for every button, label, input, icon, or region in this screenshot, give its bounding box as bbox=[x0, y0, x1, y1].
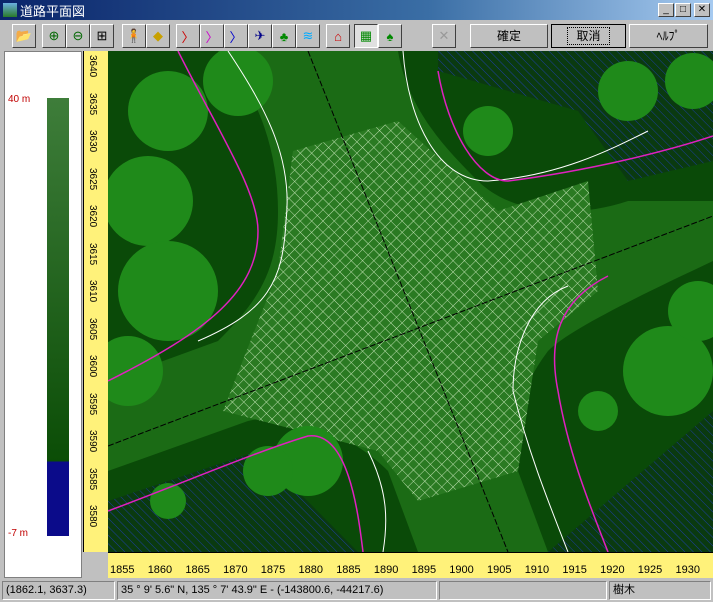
x-tick-label: 1865 bbox=[185, 564, 210, 576]
road-plan-map[interactable] bbox=[108, 51, 713, 552]
polyline-magenta-icon[interactable]: 〉 bbox=[200, 24, 224, 48]
y-tick-label: 3620 bbox=[87, 205, 98, 228]
x-tick-label: 1910 bbox=[524, 564, 550, 576]
x-tick-label: 1870 bbox=[223, 564, 248, 576]
zoom-out-icon[interactable]: ⊖ bbox=[66, 24, 90, 48]
vertical-ruler[interactable]: 3640 3635 3630 3625 3620 3615 3610 3605 3600 3595… bbox=[83, 51, 108, 552]
x-tick-label: 1895 bbox=[411, 564, 437, 576]
y-tick-label: 3630 bbox=[87, 130, 98, 153]
close-button[interactable]: ✕ bbox=[694, 3, 710, 17]
y-tick-label: 3615 bbox=[87, 242, 98, 265]
x-tick-label: 1890 bbox=[373, 564, 399, 576]
forest-icon[interactable]: ♣ bbox=[272, 24, 296, 48]
x-tick-label: 1875 bbox=[260, 564, 286, 576]
fit-view-icon[interactable]: ⊞ bbox=[90, 24, 114, 48]
x-tick-label: 1855 bbox=[110, 564, 135, 576]
elevation-legend: 40 m -7 m bbox=[4, 51, 82, 578]
legend-min: -7 m bbox=[8, 528, 28, 539]
y-tick-label: 3590 bbox=[87, 430, 98, 453]
horizontal-ruler[interactable]: 1855 1860 1865 1870 1875 1880 1885 1890 1895 1900… bbox=[108, 552, 713, 578]
y-tick-label: 3610 bbox=[87, 280, 98, 303]
x-tick-label: 1905 bbox=[487, 564, 512, 576]
y-tick-label: 3625 bbox=[87, 167, 98, 190]
y-tick-label: 3600 bbox=[87, 355, 98, 378]
y-tick-label: 3635 bbox=[87, 92, 98, 115]
airplane-icon[interactable]: ✈ bbox=[248, 24, 272, 48]
y-tick-label: 3640 bbox=[87, 55, 98, 78]
title-bar: 道路平面図 _ □ ✕ bbox=[0, 0, 713, 20]
x-tick-label: 1880 bbox=[298, 564, 323, 576]
legend-max: 40 m bbox=[8, 94, 31, 105]
tree-select-icon[interactable]: ♠ bbox=[378, 24, 402, 48]
cancel-label: 取消 bbox=[567, 27, 610, 45]
elevation-color-bar bbox=[47, 98, 69, 536]
x-tick-label: 1860 bbox=[147, 564, 173, 576]
water-area bbox=[548, 411, 713, 552]
road-map-icon[interactable]: ▦ bbox=[354, 24, 378, 48]
x-tick-label: 1900 bbox=[449, 564, 474, 576]
minimize-button[interactable]: _ bbox=[658, 3, 674, 17]
disabled-tool-icon: ✕ bbox=[432, 24, 456, 48]
x-tick-label: 1885 bbox=[336, 564, 361, 576]
toolbar: 📂 ⊕ ⊖ ⊞ 🧍 ◆ 〉 〉 〉 ✈ ♣ ≋ ⌂ ▦ ♠ ✕ 確定 取消 ﾍﾙ… bbox=[0, 21, 713, 50]
x-tick-label: 1915 bbox=[562, 564, 587, 576]
status-coords: (1862.1, 3637.3) bbox=[2, 581, 115, 600]
y-tick-label: 3605 bbox=[87, 317, 98, 340]
road-sign-icon[interactable]: ◆ bbox=[146, 24, 170, 48]
x-tick-label: 1920 bbox=[600, 564, 625, 576]
polyline-blue-icon[interactable]: 〉 bbox=[224, 24, 248, 48]
surveyor-icon[interactable]: 🧍 bbox=[122, 24, 146, 48]
y-tick-label: 3580 bbox=[87, 505, 98, 528]
status-geo: 35 ° 9' 5.6" N, 135 ° 7' 43.9" E - (-143… bbox=[117, 581, 437, 600]
house-line-icon[interactable]: ⌂ bbox=[326, 24, 350, 48]
polyline-red-icon[interactable]: 〉 bbox=[176, 24, 200, 48]
x-tick-label: 1925 bbox=[637, 564, 663, 576]
water-icon[interactable]: ≋ bbox=[296, 24, 320, 48]
y-tick-label: 3585 bbox=[87, 467, 98, 490]
zoom-in-icon[interactable]: ⊕ bbox=[42, 24, 66, 48]
ruler-corner bbox=[83, 552, 108, 578]
status-blank bbox=[439, 581, 607, 600]
open-folder-icon[interactable]: 📂 bbox=[12, 24, 36, 48]
app-icon bbox=[3, 3, 17, 17]
status-layer: 樹木 bbox=[609, 581, 711, 600]
x-tick-label: 1930 bbox=[675, 564, 700, 576]
help-button[interactable]: ﾍﾙﾌﾟ bbox=[629, 24, 708, 48]
cancel-button[interactable]: 取消 bbox=[551, 24, 626, 48]
window-title: 道路平面図 bbox=[20, 3, 86, 19]
maximize-button[interactable]: □ bbox=[675, 3, 691, 17]
ok-button[interactable]: 確定 bbox=[470, 24, 548, 48]
y-tick-label: 3595 bbox=[87, 392, 98, 415]
status-bar: (1862.1, 3637.3) 35 ° 9' 5.6" N, 135 ° 7… bbox=[0, 580, 713, 602]
